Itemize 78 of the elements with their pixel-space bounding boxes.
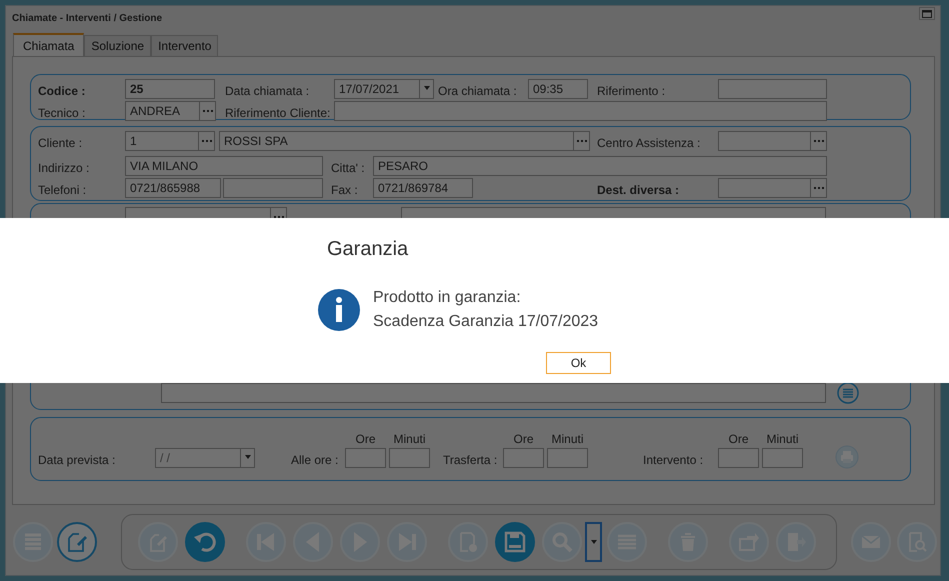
ok-button[interactable]: Ok xyxy=(546,352,611,374)
toolbar-button[interactable] xyxy=(495,522,535,562)
field-label: Citta' : xyxy=(331,160,366,176)
text-field[interactable] xyxy=(718,178,811,198)
field-label: Trasferta : xyxy=(443,452,498,468)
text-field[interactable] xyxy=(334,101,827,121)
dots-icon xyxy=(202,140,212,142)
field-label: Riferimento : xyxy=(597,83,666,99)
dots-icon xyxy=(814,140,824,142)
field-label: Intervento : xyxy=(643,452,704,468)
document-pencil-icon xyxy=(66,531,88,553)
text-field[interactable] xyxy=(718,131,811,151)
dropdown-button[interactable] xyxy=(241,448,255,468)
column-header: Ore xyxy=(513,432,534,446)
field-label: Tecnico : xyxy=(38,105,86,121)
tab[interactable]: Intervento xyxy=(151,35,218,56)
field-label: Ora chiamata : xyxy=(438,83,518,99)
text-field[interactable]: 0721/865988 xyxy=(125,178,221,198)
text-field[interactable]: 17/07/2021 xyxy=(334,79,420,99)
column-header: Minuti xyxy=(766,432,798,446)
field-label: Cliente : xyxy=(38,135,84,151)
field-label: Riferimento Cliente: xyxy=(225,105,332,121)
text-field[interactable]: ROSSI SPA xyxy=(219,131,574,151)
window-title: Chiamate - Interventi / Gestione xyxy=(12,13,162,24)
dots-icon xyxy=(576,140,586,142)
text-field[interactable]: 09:35 xyxy=(528,79,588,99)
caret-icon xyxy=(590,540,596,544)
tab[interactable]: Soluzione xyxy=(84,35,152,56)
text-field[interactable] xyxy=(762,448,803,468)
text-field[interactable]: PESARO xyxy=(373,156,827,176)
text-field[interactable] xyxy=(345,448,386,468)
field-label: Alle ore : xyxy=(291,452,340,468)
text-field[interactable] xyxy=(223,178,323,198)
dropdown-button[interactable] xyxy=(585,522,602,562)
text-field[interactable]: 25 xyxy=(125,79,215,99)
info-icon xyxy=(318,289,360,331)
column-header: Minuti xyxy=(393,432,426,446)
maximize-button[interactable] xyxy=(919,7,935,20)
list-icon xyxy=(837,382,859,404)
field-label: Codice : xyxy=(38,83,86,99)
caret-icon xyxy=(244,455,250,459)
text-field[interactable]: 1 xyxy=(125,131,199,151)
column-header: Ore xyxy=(355,432,376,446)
field-label: Fax : xyxy=(331,182,359,198)
text-field[interactable]: VIA MILANO xyxy=(125,156,323,176)
list-button[interactable] xyxy=(837,382,859,404)
dots-icon xyxy=(274,216,284,218)
column-header: Minuti xyxy=(551,432,584,446)
text-field[interactable] xyxy=(718,448,759,468)
toolbar-button[interactable] xyxy=(185,522,225,562)
text-field[interactable] xyxy=(547,448,588,468)
text-field[interactable] xyxy=(718,79,827,99)
field-label: Data chiamata : xyxy=(225,83,310,99)
field-label: Indirizzo : xyxy=(38,160,90,176)
print-button[interactable] xyxy=(835,445,859,469)
field-label: Dest. diversa : xyxy=(597,182,680,198)
text-field[interactable]: / / xyxy=(155,448,241,468)
toolbar-button[interactable] xyxy=(57,522,97,562)
dots-icon xyxy=(202,110,212,112)
dialog-title: Garanzia xyxy=(327,237,410,261)
message-text: Prodotto in garanzia: xyxy=(373,288,522,308)
column-header: Ore xyxy=(728,432,748,446)
text-field[interactable] xyxy=(389,448,430,468)
caret-icon xyxy=(424,86,430,90)
tab[interactable]: Chiamata xyxy=(13,33,84,57)
text-field[interactable]: ANDREA xyxy=(125,101,200,121)
dots-icon xyxy=(814,186,824,190)
text-field[interactable] xyxy=(161,383,826,403)
text-field[interactable]: 0721/869784 xyxy=(373,178,473,198)
dropdown-button[interactable] xyxy=(420,79,434,99)
field-label: Telefoni : xyxy=(38,182,88,198)
message-text: Scadenza Garanzia 17/07/2023 xyxy=(373,312,598,332)
maximize-icon xyxy=(922,10,932,18)
field-label: Data prevista : xyxy=(38,452,116,468)
printer-icon xyxy=(835,445,859,469)
text-field[interactable] xyxy=(503,448,544,468)
undo-icon xyxy=(194,531,216,553)
field-label: Centro Assistenza : xyxy=(597,135,702,151)
